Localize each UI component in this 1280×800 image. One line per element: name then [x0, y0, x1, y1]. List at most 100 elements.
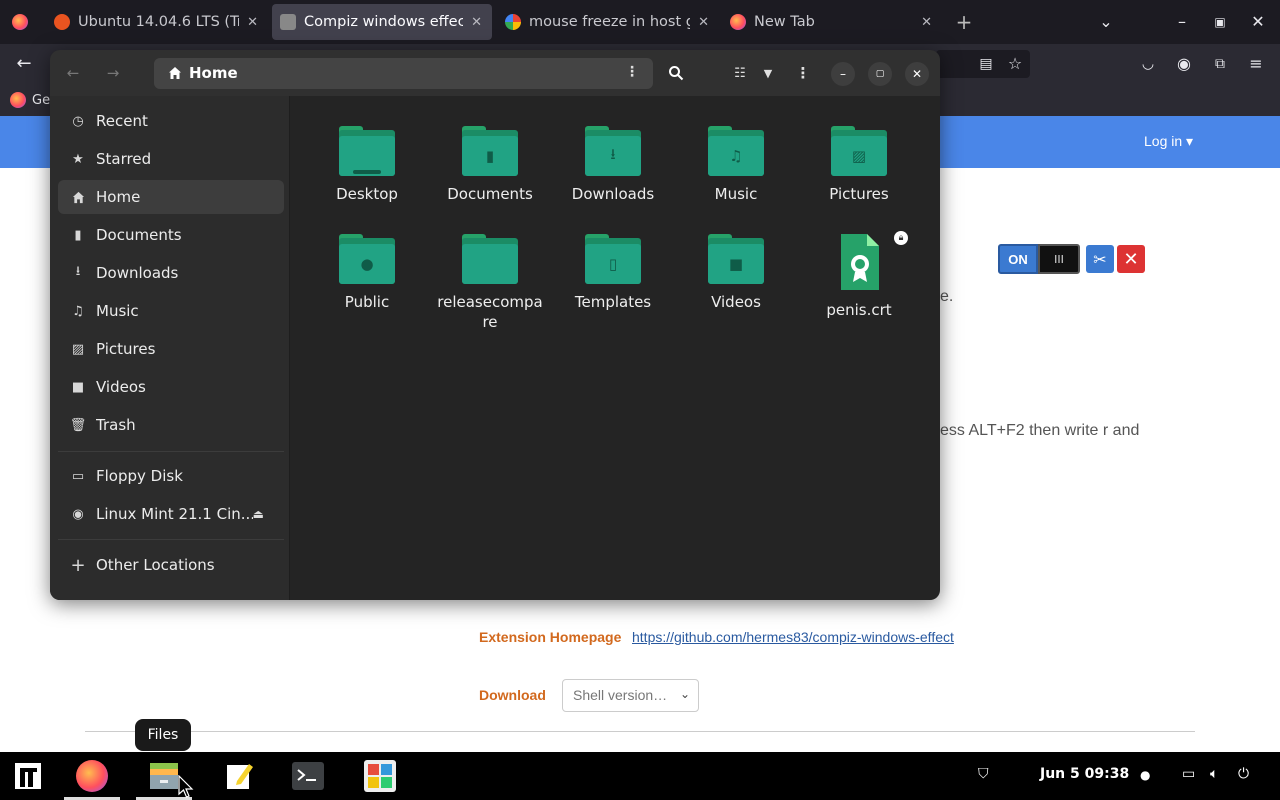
- sidebar-item-linux-mint[interactable]: ◉ Linux Mint 21.1 Cin... ⏏: [58, 497, 284, 531]
- eject-icon[interactable]: ⏏: [253, 507, 264, 521]
- folder-item[interactable]: releasecompare: [435, 234, 545, 332]
- folder-item[interactable]: Desktop: [312, 126, 422, 204]
- sidebar-item-documents[interactable]: ▮ Documents: [58, 218, 284, 252]
- folder-item[interactable]: ■ Videos: [681, 234, 791, 312]
- minimize-icon[interactable]: –: [1166, 6, 1198, 38]
- extension-settings-icon[interactable]: ✂: [1086, 245, 1114, 273]
- menu-launcher-icon[interactable]: [0, 752, 56, 800]
- toggle-knob: III: [1038, 244, 1080, 274]
- tab-close-icon[interactable]: ✕: [698, 15, 709, 30]
- browser-tab[interactable]: Ubuntu 14.04.6 LTS (Tru ✕: [46, 4, 268, 40]
- extensions-icon[interactable]: ⧉: [1204, 48, 1236, 80]
- forward-arrow-icon[interactable]: →: [98, 59, 128, 87]
- google-icon: [505, 14, 521, 30]
- taskbar-tooltip: Files: [135, 719, 191, 751]
- close-icon[interactable]: ✕: [1242, 6, 1274, 38]
- item-label: Downloads: [571, 185, 655, 203]
- folder-item[interactable]: ● Public: [312, 234, 422, 312]
- search-icon[interactable]: [661, 59, 691, 87]
- sidebar-item-label: Recent: [96, 112, 148, 130]
- back-arrow-icon[interactable]: ←: [8, 48, 40, 80]
- sidebar-item-label: Linux Mint 21.1 Cin...: [96, 505, 253, 523]
- item-label: Videos: [711, 293, 761, 311]
- sidebar-separator: [58, 451, 284, 452]
- item-label: penis.crt: [826, 301, 892, 319]
- tab-close-icon[interactable]: ✕: [471, 15, 482, 30]
- minimize-icon[interactable]: –: [831, 62, 855, 86]
- browser-tab-active[interactable]: Compiz windows effect ✕: [272, 4, 492, 40]
- folder-item[interactable]: ▯ Templates: [558, 234, 668, 312]
- sidebar-item-label: Pictures: [96, 340, 156, 358]
- picture-icon: ▨: [71, 341, 85, 357]
- disc-icon: ◉: [72, 506, 84, 522]
- network-icon[interactable]: ▭: [1182, 766, 1195, 782]
- extension-remove-icon[interactable]: ✕: [1117, 245, 1145, 273]
- view-list-icon[interactable]: ☷: [725, 59, 755, 87]
- sidebar-item-starred[interactable]: ★ Starred: [58, 142, 284, 176]
- item-label: Pictures: [829, 185, 889, 203]
- back-arrow-icon[interactable]: ←: [58, 59, 88, 87]
- sidebar-item-label: Documents: [96, 226, 182, 244]
- view-options-chevron-icon[interactable]: ▼: [753, 59, 783, 87]
- firefox-view-icon[interactable]: [4, 6, 36, 38]
- sidebar-item-label: Music: [96, 302, 139, 320]
- extension-homepage-label: Extension Homepage: [479, 629, 622, 645]
- tab-close-icon[interactable]: ✕: [247, 15, 258, 30]
- sidebar-item-videos[interactable]: ■ Videos: [58, 370, 284, 404]
- sidebar-item-music[interactable]: ♫ Music: [58, 294, 284, 328]
- reader-view-icon[interactable]: ▤: [970, 48, 1002, 80]
- terminal-taskbar-icon[interactable]: [280, 752, 336, 800]
- path-menu-icon[interactable]: ⋮: [625, 64, 639, 80]
- folder-item[interactable]: ▨ Pictures: [804, 126, 914, 204]
- menu-icon[interactable]: ≡: [1240, 48, 1272, 80]
- files-headerbar: ← → Home ⋮ ☷ ▼ ⋮ – ▢ ✕: [50, 50, 940, 96]
- extension-toggle[interactable]: ON III: [998, 244, 1080, 274]
- folder-item[interactable]: ▮ Documents: [435, 126, 545, 204]
- account-icon[interactable]: ◉: [1168, 48, 1200, 80]
- maximize-icon[interactable]: ▣: [1204, 6, 1236, 38]
- sidebar-item-pictures[interactable]: ▨ Pictures: [58, 332, 284, 366]
- bookmark-item[interactable]: Ge: [10, 92, 50, 108]
- close-icon[interactable]: ✕: [905, 62, 929, 86]
- gnome-extension-icon: [280, 14, 296, 30]
- main-menu-icon[interactable]: ⋮: [788, 59, 818, 87]
- folder-item[interactable]: ⭳ Downloads: [558, 126, 668, 204]
- sidebar-item-label: Starred: [96, 150, 152, 168]
- maximize-icon[interactable]: ▢: [868, 62, 892, 86]
- browser-tab[interactable]: mouse freeze in host g ✕: [497, 4, 719, 40]
- sidebar-item-floppy[interactable]: ▭ Floppy Disk: [58, 459, 284, 493]
- sidebar-item-trash[interactable]: 🗑︎ Trash: [58, 408, 284, 442]
- mouse-cursor-icon: [178, 775, 194, 798]
- path-bar[interactable]: Home ⋮: [154, 58, 653, 89]
- text-editor-taskbar-icon[interactable]: [212, 752, 268, 800]
- sidebar-item-other-locations[interactable]: + Other Locations: [58, 548, 284, 582]
- new-tab-button[interactable]: +: [948, 6, 980, 38]
- file-item[interactable]: penis.crt: [804, 234, 914, 320]
- browser-tab[interactable]: New Tab ✕: [722, 4, 942, 40]
- sidebar-item-label: Trash: [96, 416, 136, 434]
- clock-label[interactable]: Jun 5 09:38: [1040, 766, 1129, 782]
- extension-homepage-link[interactable]: https://github.com/hermes83/compiz-windo…: [632, 629, 954, 645]
- sidebar-separator: [58, 539, 284, 540]
- sidebar-item-recent[interactable]: ◷ Recent: [58, 104, 284, 138]
- shield-icon[interactable]: ⛉: [978, 766, 989, 782]
- sidebar-item-downloads[interactable]: ⭳ Downloads: [58, 256, 284, 290]
- firefox-taskbar-icon[interactable]: [64, 752, 120, 800]
- tab-close-icon[interactable]: ✕: [921, 15, 932, 30]
- bookmark-star-icon[interactable]: ☆: [999, 48, 1031, 80]
- star-icon: ★: [72, 151, 84, 167]
- notification-dot-icon[interactable]: ●: [1140, 768, 1150, 782]
- pictures-folder-icon: ▨: [831, 126, 887, 178]
- files-window: ← → Home ⋮ ☷ ▼ ⋮ – ▢ ✕ ◷ Recent ★ Starre…: [50, 50, 940, 600]
- pocket-icon[interactable]: ◡: [1132, 48, 1164, 80]
- shell-version-select[interactable]: Shell version… ⌄: [562, 679, 699, 712]
- power-icon[interactable]: ⏻: [1238, 766, 1249, 782]
- tab-list-chevron-icon[interactable]: ⌄: [1090, 6, 1122, 38]
- folder-item[interactable]: ♫ Music: [681, 126, 791, 204]
- plus-icon: +: [70, 554, 86, 576]
- sidebar-item-home[interactable]: Home: [58, 180, 284, 214]
- software-manager-taskbar-icon[interactable]: [352, 752, 408, 800]
- volume-icon[interactable]: 🔈︎: [1210, 766, 1218, 782]
- login-link[interactable]: Log in ▾: [1144, 133, 1193, 150]
- ubuntu-icon: [54, 14, 70, 30]
